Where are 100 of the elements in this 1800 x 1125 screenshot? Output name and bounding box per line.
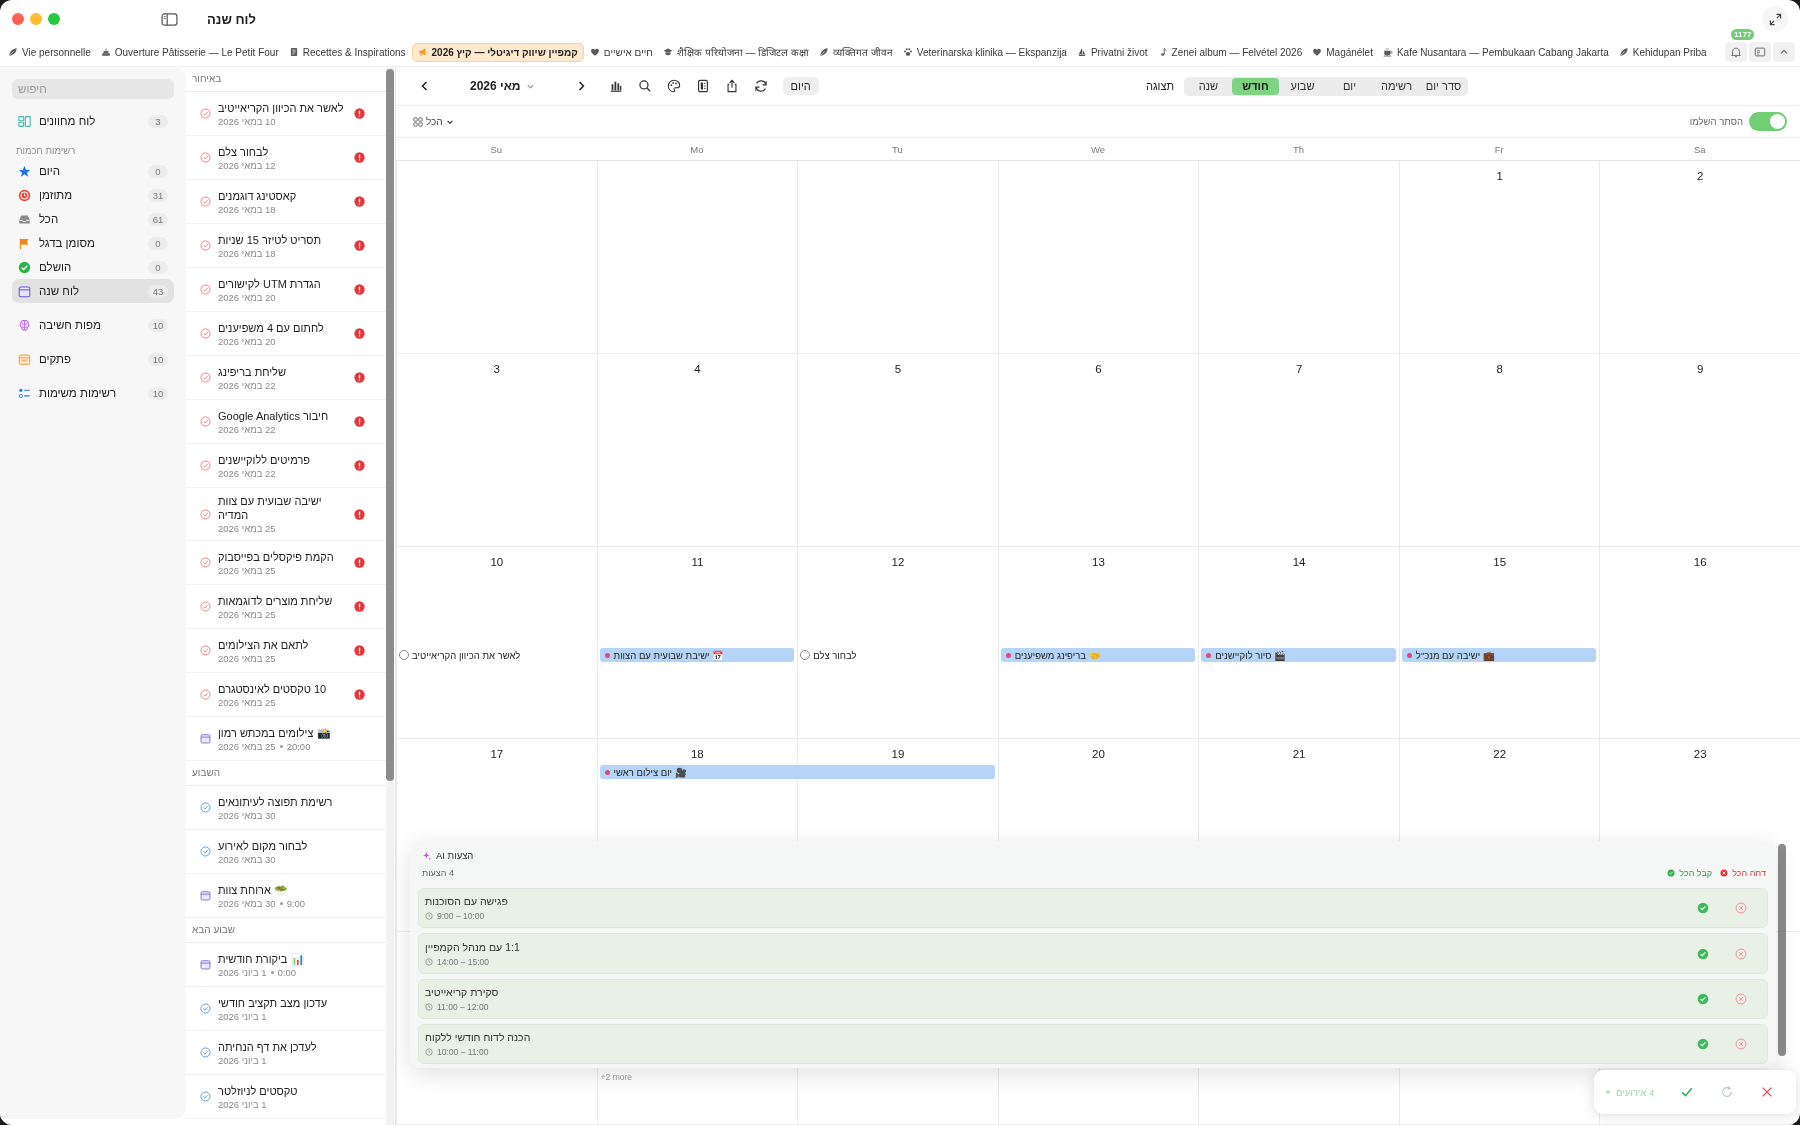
tab[interactable]: Privatni život (1072, 42, 1152, 62)
tab[interactable]: Kafe Nusantara — Pembukaan Cabang Jakarta (1378, 42, 1613, 62)
document-icon[interactable] (695, 79, 710, 93)
collapse-button[interactable] (1773, 42, 1795, 62)
scrollbar-thumb[interactable] (1778, 844, 1786, 1056)
reject-button[interactable] (1735, 1037, 1747, 1050)
view-tab[interactable]: יום (1326, 77, 1373, 95)
panel-icon (1754, 46, 1766, 58)
tab[interactable]: व्यक्तिगत जीवन (815, 41, 897, 63)
bar-chart-icon[interactable] (608, 79, 623, 93)
minimize-window-button[interactable] (30, 13, 42, 25)
reject-button[interactable] (1735, 992, 1747, 1005)
star-icon (18, 164, 31, 178)
tab[interactable]: Recettes & Inspirations (284, 42, 410, 62)
event-bar[interactable]: 🎬 סיור לוקיישנים (1201, 648, 1396, 663)
confirm-button[interactable] (1680, 1085, 1695, 1099)
filter-dropdown[interactable]: הכל (413, 116, 454, 127)
today-button[interactable]: היום (782, 77, 819, 95)
view-tab[interactable]: שנה (1185, 77, 1232, 95)
due-date: 1 ביוני 2026 (218, 966, 267, 978)
day-number: 6 (1094, 361, 1103, 376)
item-count: 0 (148, 260, 168, 274)
due-date: 30 במאי 2026 (218, 853, 276, 865)
reject-all-button[interactable]: דחה הכל (1720, 868, 1766, 879)
tab[interactable]: Zenei album — Felvétel 2026 (1153, 42, 1307, 62)
tab[interactable]: Kehidupan Priba (1614, 42, 1711, 62)
month-dropdown[interactable]: מאי 2026 (470, 79, 535, 93)
accept-button[interactable] (1697, 1037, 1709, 1050)
clock-icon (18, 188, 31, 202)
notifications-button[interactable] (1725, 42, 1747, 62)
event-dot-icon (604, 769, 610, 775)
tab[interactable]: Veterinarska klinika — Ekspanzija (898, 42, 1071, 62)
weekday-label: Th (1292, 143, 1306, 155)
due-date: 22 במאי 2026 (218, 379, 276, 391)
due-date: 30 במאי 2026 (218, 809, 276, 821)
bell-icon (1730, 46, 1742, 58)
close-window-button[interactable] (12, 13, 24, 25)
day-number: 1 (1495, 169, 1504, 183)
section-label: רשימות חכמות (15, 144, 77, 158)
refresh-button[interactable] (1720, 1085, 1735, 1099)
zoom-window-button[interactable] (48, 13, 60, 25)
item-title: 📊 ביקורת חודשית (218, 951, 305, 966)
check-circle-icon (1697, 992, 1709, 1005)
fullscreen-button[interactable] (1762, 6, 1788, 32)
panel-button[interactable] (1749, 42, 1771, 62)
check-circle-icon (1697, 1037, 1709, 1050)
check-icon (1680, 1085, 1695, 1099)
view-tab[interactable]: חודש (1232, 77, 1279, 95)
leaf-icon (819, 47, 830, 57)
search-field[interactable]: חיפוש (12, 79, 174, 99)
sidebar-toggle-icon[interactable] (161, 12, 178, 26)
item-title: רשימת תפוצה לעיתונאים (218, 794, 333, 809)
task-chip[interactable]: לאשר את הכיוון הקריאייטיב (399, 648, 594, 663)
day-number: 3 (492, 361, 501, 376)
clock-icon (425, 1047, 433, 1056)
accept-button[interactable] (1697, 902, 1709, 915)
event-bar[interactable]: 🤝 בריפינג משפיענים (1000, 648, 1196, 663)
search-icon[interactable] (637, 79, 652, 93)
accept-button[interactable] (1697, 947, 1709, 960)
event-bar[interactable]: 📅 ישיבת שבועית עם הצוות (599, 648, 795, 663)
check-circle-icon (1697, 947, 1709, 960)
view-tab[interactable]: סדר יום (1420, 77, 1467, 95)
refresh-icon[interactable] (753, 79, 768, 93)
day-number: 7 (1294, 361, 1304, 376)
alert-icon (354, 196, 365, 207)
scrollbar-thumb[interactable] (386, 69, 394, 781)
event-bar[interactable]: 💼 ישיבה עם מנכ"ל (1401, 648, 1597, 663)
refresh-icon (1720, 1085, 1735, 1099)
reject-button[interactable] (1735, 947, 1747, 960)
item-title: עדכון מצב תקציב חודשי (218, 995, 328, 1010)
scrollbar-track[interactable] (386, 67, 394, 1125)
toggle-switch[interactable] (1749, 112, 1787, 131)
tab[interactable]: קמפיין שיווק דיגיטלי — קיץ 2026 (411, 42, 584, 62)
tab[interactable]: Vie personnelle (4, 42, 95, 62)
event-dot-icon (1406, 653, 1412, 658)
day-number: 5 (893, 361, 903, 376)
weekday-label: Su (489, 143, 504, 155)
tab[interactable]: Ouverture Pâtisserie — Le Petit Four (96, 42, 283, 62)
view-tab[interactable]: רשימה (1373, 77, 1420, 95)
palette-icon[interactable] (666, 79, 681, 93)
task-chip[interactable]: לבחור צלם (800, 648, 995, 663)
alert-icon (354, 284, 365, 295)
accept-button[interactable] (1697, 992, 1709, 1005)
due-date: 25 במאי 2026 (218, 564, 276, 576)
tab[interactable]: Magánélet (1308, 42, 1377, 62)
alert-icon (354, 416, 365, 427)
reject-button[interactable] (1735, 902, 1747, 915)
tab[interactable]: חיים אישיים (585, 42, 657, 62)
due-date: 25 במאי 2026 (218, 608, 276, 620)
calendar-icon (18, 284, 31, 298)
day-number: 13 (1091, 554, 1106, 569)
due-date: 1 ביוני 2026 (218, 1010, 267, 1022)
share-icon[interactable] (724, 79, 739, 93)
item-count: 61 (148, 212, 168, 226)
event-time: 9:00 (286, 897, 306, 909)
view-tab[interactable]: שבוע (1279, 77, 1326, 95)
tab[interactable]: शैक्षिक परियोजना — डिजिटल कक्षा (658, 41, 814, 63)
flag-icon (18, 236, 31, 250)
due-date: 25 במאי 2026 (218, 740, 276, 752)
day-number: 20 (1091, 747, 1106, 762)
